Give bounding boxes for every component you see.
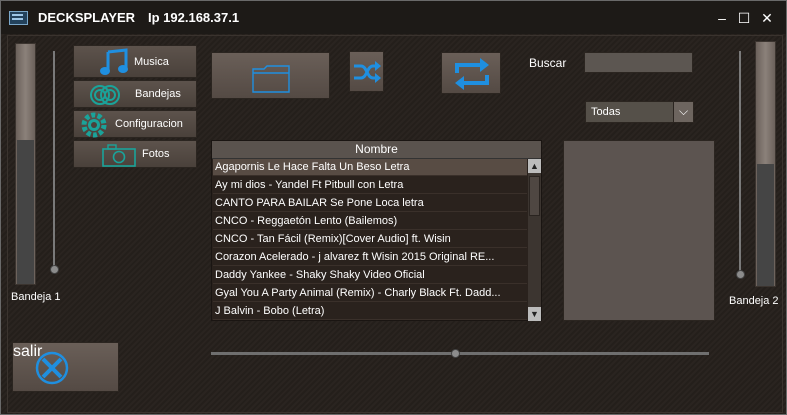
song-list-scrollbar[interactable]: ▲ ▼ (528, 159, 541, 321)
deck-right-label: Bandeja 2 (729, 295, 779, 307)
song-list: Nombre Agapornis Le Hace Falta Un Beso L… (211, 140, 542, 321)
chevron-down-icon[interactable]: ⌵ (673, 102, 693, 122)
main-window: DECKSPLAYER Ip 192.168.37.1 – ☐ ✕ Bandej… (0, 0, 787, 415)
nav-configuracion-label: Configuracion (115, 118, 183, 130)
deck-left-slider-track[interactable] (53, 51, 55, 269)
song-row[interactable]: Ay mi dios - Yandel Ft Pitbull con Letra (213, 177, 527, 194)
song-row[interactable]: J Balvin - Bobo (Letra) (213, 303, 527, 320)
deck-left-slider-knob[interactable] (50, 265, 59, 274)
photo-preview (563, 140, 715, 321)
repeat-icon (455, 58, 489, 90)
app-icon (9, 11, 28, 25)
folder-icon (252, 65, 290, 93)
deck-left-level (17, 140, 34, 284)
nav-fotos-button[interactable]: Fotos (73, 140, 197, 168)
song-row[interactable]: Corazon Acelerado - j alvarez ft Wisin 2… (213, 249, 527, 266)
search-label: Buscar (529, 56, 567, 70)
nav-musica-label: Musica (134, 56, 169, 68)
song-row[interactable]: CANTO PARA BAILAR Se Pone Loca letra (213, 195, 527, 212)
deck-right-slider-knob[interactable] (736, 270, 745, 279)
music-note-icon (100, 48, 128, 75)
exit-button[interactable]: salir (12, 342, 119, 392)
deck-right-level (757, 164, 774, 286)
deck-left-label: Bandeja 1 (11, 291, 61, 303)
shuffle-icon (354, 61, 381, 83)
open-folder-button[interactable] (211, 52, 330, 99)
close-circle-icon (35, 351, 69, 385)
close-icon[interactable]: ✕ (759, 10, 775, 26)
song-row[interactable]: CNCO - Reggaetón Lento (Bailemos) (213, 213, 527, 230)
spiral-icon (90, 85, 120, 105)
song-row[interactable]: Agapornis Le Hace Falta Un Beso Letra (213, 159, 527, 176)
gear-icon (81, 112, 107, 138)
nav-bandejas-label: Bandejas (135, 88, 181, 100)
deck-left-meter (15, 43, 36, 285)
ip-address: Ip 192.168.37.1 (148, 10, 240, 25)
song-list-header[interactable]: Nombre (212, 141, 541, 159)
nav-fotos-label: Fotos (142, 148, 170, 160)
nav-musica-button[interactable]: Musica (73, 45, 197, 78)
nav-bandejas-button[interactable]: Bandejas (73, 80, 197, 108)
song-row[interactable]: Daddy Yankee - Shaky Shaky Video Oficial (213, 267, 527, 284)
shuffle-button[interactable] (349, 51, 384, 92)
scroll-up-icon[interactable]: ▲ (528, 159, 541, 173)
camera-icon (102, 144, 136, 167)
minimize-icon[interactable]: – (714, 10, 730, 26)
progress-knob[interactable] (451, 349, 461, 358)
scroll-down-icon[interactable]: ▼ (528, 307, 541, 321)
filter-dropdown[interactable]: Todas ⌵ (585, 101, 694, 123)
repeat-button[interactable] (441, 52, 501, 94)
filter-dropdown-value: Todas (591, 106, 621, 118)
deck-right-meter (755, 41, 776, 287)
search-input[interactable] (584, 52, 693, 73)
scroll-thumb[interactable] (529, 176, 540, 216)
song-row[interactable]: Gyal You A Party Animal (Remix) - Charly… (213, 285, 527, 302)
app-title: DECKSPLAYER (38, 10, 136, 25)
nav-configuracion-button[interactable]: Configuracion (73, 110, 197, 138)
title-bar: DECKSPLAYER Ip 192.168.37.1 – ☐ ✕ (1, 1, 786, 34)
maximize-icon[interactable]: ☐ (736, 10, 752, 26)
song-row[interactable]: CNCO - Tan Fácil (Remix)[Cover Audio] ft… (213, 231, 527, 248)
deck-right-slider-track[interactable] (739, 51, 741, 273)
